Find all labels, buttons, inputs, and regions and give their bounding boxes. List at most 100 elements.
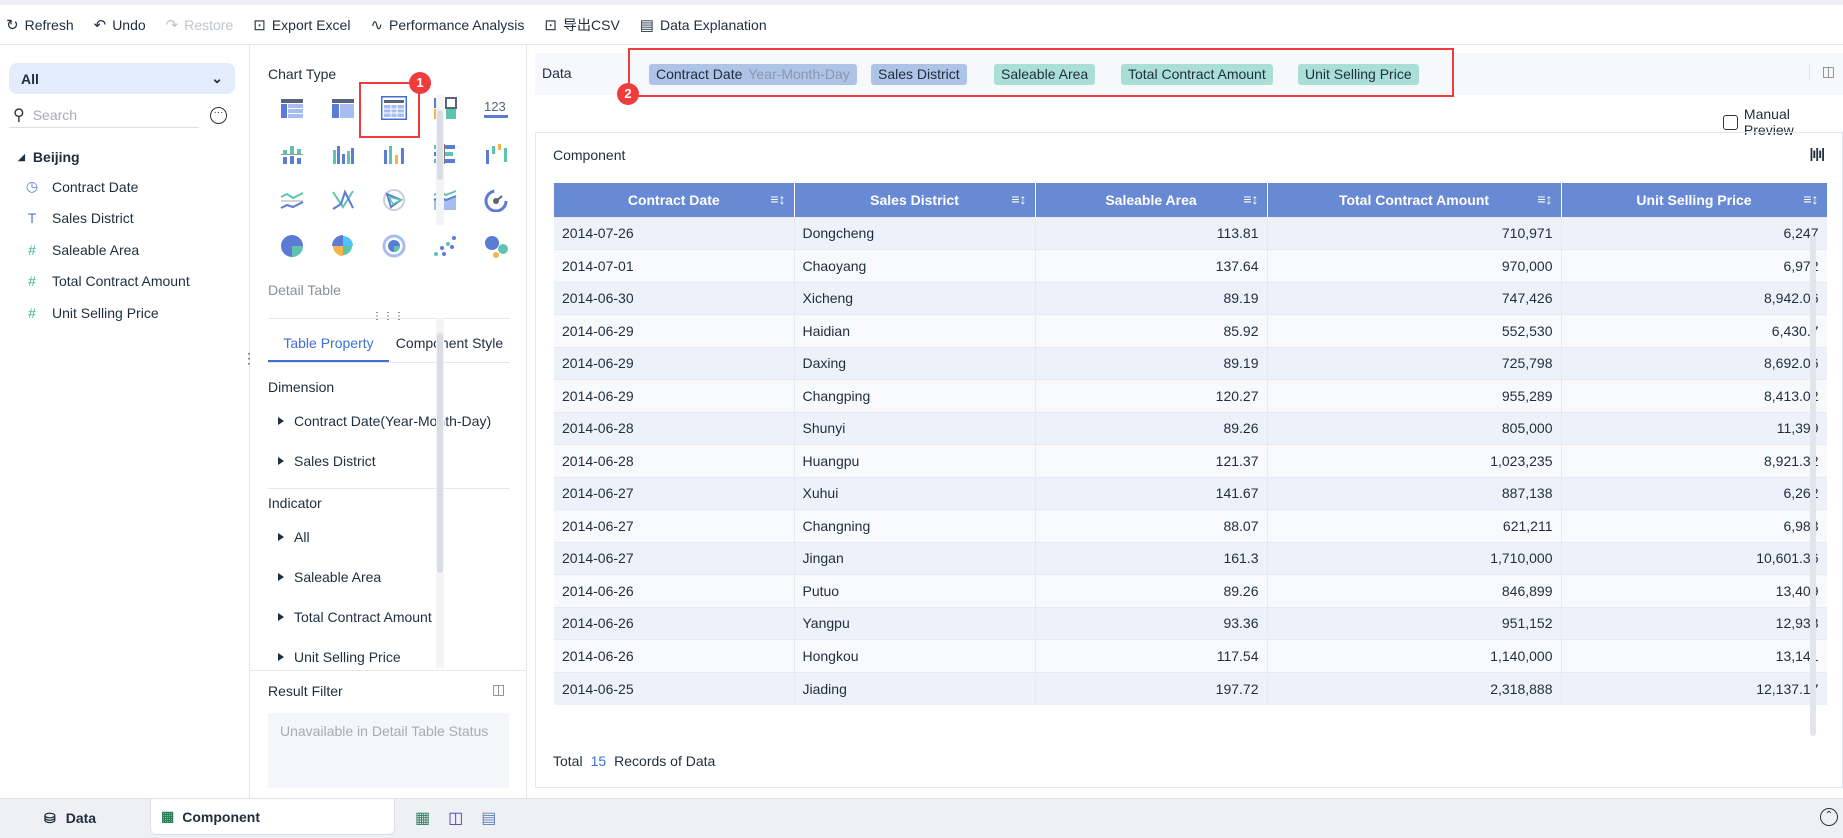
collapse-triangle-icon: ◢ <box>18 151 25 162</box>
column-header[interactable]: Saleable Area ≡↕ <box>1035 183 1268 217</box>
toolbar-explanation-button[interactable]: ▤ Data Explanation <box>640 16 767 34</box>
sort-icon[interactable]: ≡↕ <box>1011 191 1026 207</box>
rose-pie-icon <box>331 235 353 256</box>
table-scrollbar[interactable] <box>1810 236 1816 736</box>
chart-type-option[interactable] <box>317 223 368 269</box>
result-filter-label: Result Filter <box>268 683 343 699</box>
drag-handle-icon[interactable]: ⋮⋮⋮ <box>372 311 405 322</box>
property-item[interactable]: All <box>268 517 500 557</box>
add-report-icon[interactable]: ▤ <box>481 808 496 828</box>
table-cell: 89.26 <box>1035 574 1268 607</box>
table-cell: 6,247 <box>1561 216 1827 250</box>
chart-type-option[interactable] <box>266 85 317 131</box>
column-header[interactable]: Total Contract Amount ≡↕ <box>1267 183 1562 217</box>
selected-chart-name: Detail Table <box>268 282 341 298</box>
column-header[interactable]: Sales District ≡↕ <box>794 183 1036 217</box>
chart-type-option[interactable] <box>419 85 470 131</box>
sort-icon[interactable]: ≡↕ <box>1803 191 1818 207</box>
property-item[interactable]: Total Contract Amount <box>268 597 500 637</box>
table-cell: 8,413.02 <box>1561 379 1827 412</box>
table-cell: Huangpu <box>794 444 1036 477</box>
table-row: 2014-06-28 Huangpu 121.37 1,023,235 8,921.32 <box>554 444 1827 477</box>
field-item[interactable]: # Total Contract Amount <box>18 266 238 298</box>
chart-type-option[interactable] <box>470 177 521 223</box>
tab-table-property[interactable]: Table Property <box>268 325 389 362</box>
detail-table-grid: Contract Date ≡↕ Sales District ≡↕ Saleable … <box>554 183 1827 705</box>
tree-root-beijing[interactable]: ◢ Beijing <box>18 143 238 171</box>
table-cell: Changning <box>794 509 1036 542</box>
refresh-icon: ↻ <box>6 16 19 34</box>
search-input[interactable]: ⚲ Search <box>9 102 199 128</box>
field-item[interactable]: # Unit Selling Price <box>18 297 238 329</box>
table-cell: 89.19 <box>1035 281 1268 315</box>
sort-icon[interactable]: ≡↕ <box>1243 191 1258 207</box>
table-cell: 2014-07-26 <box>554 216 795 250</box>
sort-icon[interactable]: ≡↕ <box>1537 191 1552 207</box>
toolbar-undo-button[interactable]: ↶ Undo <box>94 16 146 34</box>
manual-preview-checkbox[interactable] <box>1723 114 1738 130</box>
field-item[interactable]: T Sales District <box>18 203 238 235</box>
main-area: Data Contract Date Year-Month-Day Sales Di… <box>527 45 1843 798</box>
chart-type-scrollbar[interactable] <box>436 95 444 225</box>
panel-resize-handle-icon[interactable]: ⋮ <box>242 350 256 367</box>
chart-type-option[interactable]: 123 <box>470 85 521 131</box>
toolbar-refresh-button[interactable]: ↻ Refresh <box>6 16 74 34</box>
waterfall-icon <box>485 144 507 164</box>
table-body: 2014-07-26 Dongcheng 113.81 710,971 6,247 201… <box>554 216 1827 705</box>
property-item[interactable]: Contract Date(Year-Month-Day) <box>268 401 500 441</box>
add-component-icon[interactable]: ▦ <box>415 808 430 828</box>
column-header[interactable]: Unit Selling Price ≡↕ <box>1561 183 1827 217</box>
column-header[interactable]: Contract Date ≡↕ <box>554 183 795 217</box>
field-item[interactable]: ◷ Contract Date <box>18 171 238 203</box>
performance-icon: ∿ <box>370 16 384 34</box>
data-settings-icon[interactable]: ◫ <box>1808 63 1835 80</box>
detail-table: Contract Date ≡↕ Sales District ≡↕ Saleable … <box>554 183 1827 736</box>
filter-settings-icon[interactable]: ◫ <box>492 681 505 698</box>
chart-type-option[interactable] <box>317 177 368 223</box>
step-badge-2: 2 <box>617 83 639 105</box>
property-item[interactable]: Saleable Area <box>268 557 500 597</box>
chart-type-option[interactable] <box>266 177 317 223</box>
component-label: Component <box>553 147 626 163</box>
table-row: 2014-06-29 Changping 120.27 955,289 8,413.02 <box>554 379 1827 412</box>
table-selector[interactable]: All ⌄ <box>9 63 235 94</box>
toolbar-redo-button[interactable]: ↷ Restore <box>166 16 234 34</box>
table-cell: 846,899 <box>1267 574 1562 607</box>
collapse-up-icon[interactable]: ⌃ <box>1820 808 1838 826</box>
sort-icon[interactable]: ≡↕ <box>770 191 785 207</box>
tab-component[interactable]: ▦ Component <box>150 799 395 835</box>
chart-type-option[interactable] <box>419 131 470 177</box>
chart-type-option[interactable] <box>266 223 317 269</box>
chart-type-option[interactable] <box>470 131 521 177</box>
field-item[interactable]: # Saleable Area <box>18 234 238 266</box>
property-scrollbar[interactable] <box>436 318 444 668</box>
tab-component-style[interactable]: Component Style <box>389 325 510 362</box>
chart-type-option[interactable] <box>470 223 521 269</box>
toolbar-performance-button[interactable]: ∿ Performance Analysis <box>370 16 524 34</box>
chart-type-option[interactable] <box>419 177 470 223</box>
parallel-line-icon <box>331 189 354 210</box>
field-label: Total Contract Amount <box>52 273 190 290</box>
table-row: 2014-07-26 Dongcheng 113.81 710,971 6,247 <box>554 216 1827 250</box>
more-options-icon[interactable]: ··· <box>210 107 227 124</box>
table-cell: 2014-06-25 <box>554 671 795 705</box>
chart-type-option[interactable] <box>368 177 419 223</box>
table-cell: 1,710,000 <box>1267 541 1562 575</box>
total-count: 15 <box>590 753 607 769</box>
toolbar-csv-button[interactable]: ⊡ 导出CSV <box>544 15 619 35</box>
table-cell: 2014-06-29 <box>554 314 795 347</box>
component-settings-icon[interactable]: |ı|ı| <box>1809 145 1825 161</box>
add-dashboard-icon[interactable]: ◫ <box>448 808 463 828</box>
chart-type-option[interactable] <box>266 131 317 177</box>
table-row: 2014-06-27 Xuhui 141.67 887,138 6,262 <box>554 476 1827 510</box>
property-item[interactable]: Sales District <box>268 441 500 481</box>
tab-data[interactable]: ⛁ Data <box>44 810 96 827</box>
chart-type-option[interactable] <box>419 223 470 269</box>
toolbar-excel-button[interactable]: ⊡ Export Excel <box>253 16 350 34</box>
chart-type-option[interactable] <box>368 223 419 269</box>
table-cell: 887,138 <box>1267 476 1562 510</box>
table-cell: 2014-07-01 <box>554 249 795 282</box>
table-cell: Chaoyang <box>794 249 1036 282</box>
total-suffix: Records of Data <box>614 753 716 769</box>
table-cell: 8,921.32 <box>1561 444 1827 477</box>
